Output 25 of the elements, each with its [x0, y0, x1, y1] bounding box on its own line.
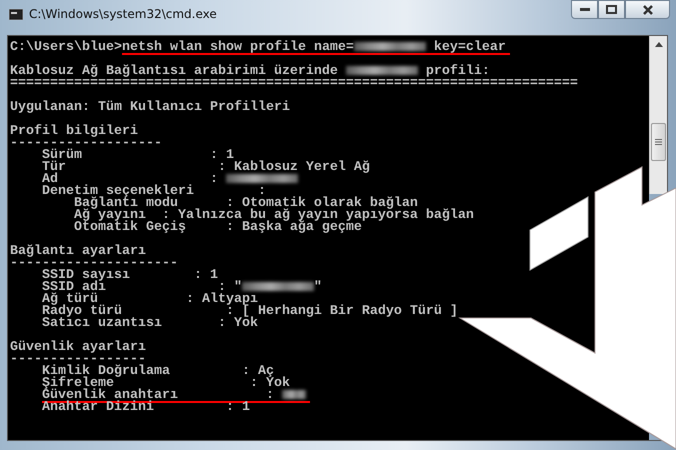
maximize-button[interactable]	[598, 0, 625, 19]
scrollbar[interactable]	[649, 36, 667, 194]
console-text: "	[314, 280, 322, 295]
close-button[interactable]	[625, 0, 670, 19]
up-arrow-icon[interactable]	[654, 42, 662, 47]
scrollbar-thumb[interactable]	[651, 123, 666, 161]
console-text: Bağlantı ayarları	[10, 244, 146, 259]
console-text: =======================================================================	[10, 76, 578, 91]
console-text: Kablosuz Ağ Bağlantısı arabirimi üzerinde	[10, 64, 339, 79]
console-text: key=clear	[432, 40, 506, 55]
console-text: Uygulanan: Tüm Kullanıcı Profilleri	[10, 100, 290, 115]
console-text: C:\Users\blue>	[10, 40, 122, 55]
maximize-icon	[606, 5, 617, 14]
console-text: Otomatik Geçiş : Başka ağa geçme	[72, 220, 362, 235]
console-text: Profil bilgileri	[10, 124, 138, 139]
console-text: Anahtar Dizini : 1	[40, 400, 250, 415]
console-text: Güvenlik ayarları	[10, 340, 146, 355]
window-title: C:\Windows\system32\cmd.exe	[29, 7, 217, 21]
redacted-blur	[282, 390, 306, 399]
minimize-button[interactable]	[571, 0, 598, 19]
minimize-icon	[580, 8, 590, 12]
console-icon	[9, 9, 23, 20]
console-text: netsh wlan show profile name=	[122, 40, 354, 55]
console-text: profili:	[424, 64, 490, 79]
close-icon	[642, 4, 652, 14]
